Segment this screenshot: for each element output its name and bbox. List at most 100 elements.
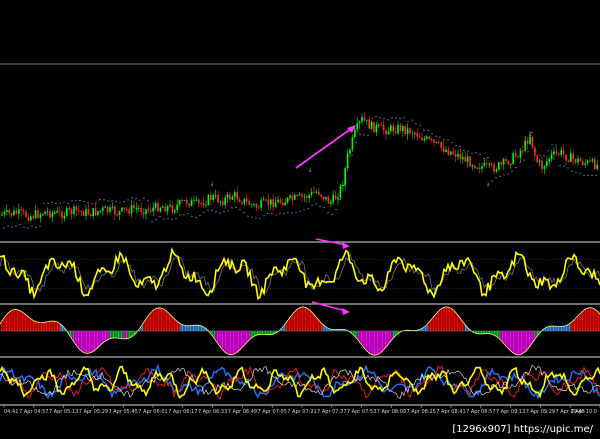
histogram-bar [258,331,260,335]
candle-body [140,207,142,212]
trailing-stop-dot [171,218,173,220]
trailing-stop-dot [79,200,81,202]
trailing-stop-dot [259,217,261,220]
candle-body [349,149,351,154]
candle-body [507,160,510,165]
candle-body [313,191,315,193]
histogram-bar [370,331,372,354]
trailing-stop-dot [215,211,217,213]
histogram-bar [85,331,87,354]
candle-body [270,199,272,205]
candle-body [579,158,582,162]
candle-body [315,191,318,193]
trailing-stop-dot [591,174,593,177]
histogram-bar [509,331,511,351]
histogram-bar [359,331,361,342]
candle-body [596,164,598,170]
histogram-bar [596,310,598,331]
candle-body [90,214,92,217]
candle-body [128,209,130,214]
candle-body [502,158,505,165]
histogram-bar [265,331,267,335]
histogram-bar [369,331,371,353]
x-tick-label: 7 Apr 06:17 [168,409,197,415]
candle-body [447,149,450,155]
trailing-stop-dot [587,174,589,176]
candle-body [478,167,481,169]
candle-body [438,141,440,143]
histogram-bar [263,331,265,335]
candle-body [135,207,138,209]
candle-body [178,200,181,205]
histogram-bar [388,331,390,345]
trailing-stop-dot [59,202,61,204]
divergence-arrowhead [342,242,350,249]
histogram-bar [18,310,20,331]
candle-body [466,156,469,162]
histogram-bar [244,331,246,346]
candle-body [450,151,452,155]
x-tick-label: 7 Apr 07:53 [347,409,376,415]
candle-body [294,195,296,200]
trailing-stop-dot [195,216,197,219]
trailing-stop-dot [355,141,357,144]
oscillator-1-signal-line [0,252,600,296]
histogram-bar [586,308,588,331]
trailing-stop-dot [227,210,229,212]
trailing-stop-dot [335,208,337,211]
histogram-bar [159,307,161,331]
candle-body [433,139,435,143]
histogram-bar [157,307,159,331]
trailing-stop-dot [163,218,165,220]
candle-body [351,137,354,150]
candle-body [3,211,6,215]
histogram-bar [161,308,163,331]
trailing-stop-dot [95,202,97,204]
trailing-stop-dot [119,201,121,203]
candle-body [375,125,378,133]
histogram-bar [298,308,300,331]
candle-body [320,194,322,197]
candle-body [555,151,558,154]
trailing-stop-dot [3,227,5,229]
histogram-bar [193,325,195,331]
candle-body [344,168,346,186]
trailing-stop-dot [443,139,445,141]
candle-body [574,159,577,163]
candle-body [354,129,356,138]
candle-body [8,209,10,213]
trailing-stop-dot [143,197,145,199]
trailing-stop-dot [239,209,241,211]
histogram-bar [457,314,459,331]
histogram-bar [226,331,228,354]
trailing-stop-dot [311,204,313,206]
histogram-bar [194,325,196,331]
histogram-bar [31,319,33,331]
candle-body [486,163,488,165]
trailing-stop-dot [255,217,257,219]
trailing-stop-dot [115,200,117,203]
trailing-stop-dot [219,212,221,214]
trailing-stop-dot [111,200,113,202]
trailing-stop-dot [423,129,425,131]
trailing-stop-dot [551,144,553,146]
candle-body [577,158,579,163]
histogram-bar [175,319,177,331]
histogram-bar [442,307,444,331]
histogram-bar [306,307,308,331]
trailing-stop-dot [67,203,69,205]
candle-body [176,204,178,210]
candle-body [498,162,500,170]
trailing-stop-dot [15,225,17,227]
histogram-bar [546,327,548,331]
candle-body [289,195,291,198]
histogram-bar [109,331,111,339]
candle-body [582,161,584,165]
trailing-stop-dot [191,215,193,217]
candle-body [402,126,404,132]
candle-body [217,195,219,203]
histogram-bar [114,331,116,338]
histogram-bar [313,313,315,331]
histogram-bar [103,331,105,343]
histogram-bar [450,308,452,331]
